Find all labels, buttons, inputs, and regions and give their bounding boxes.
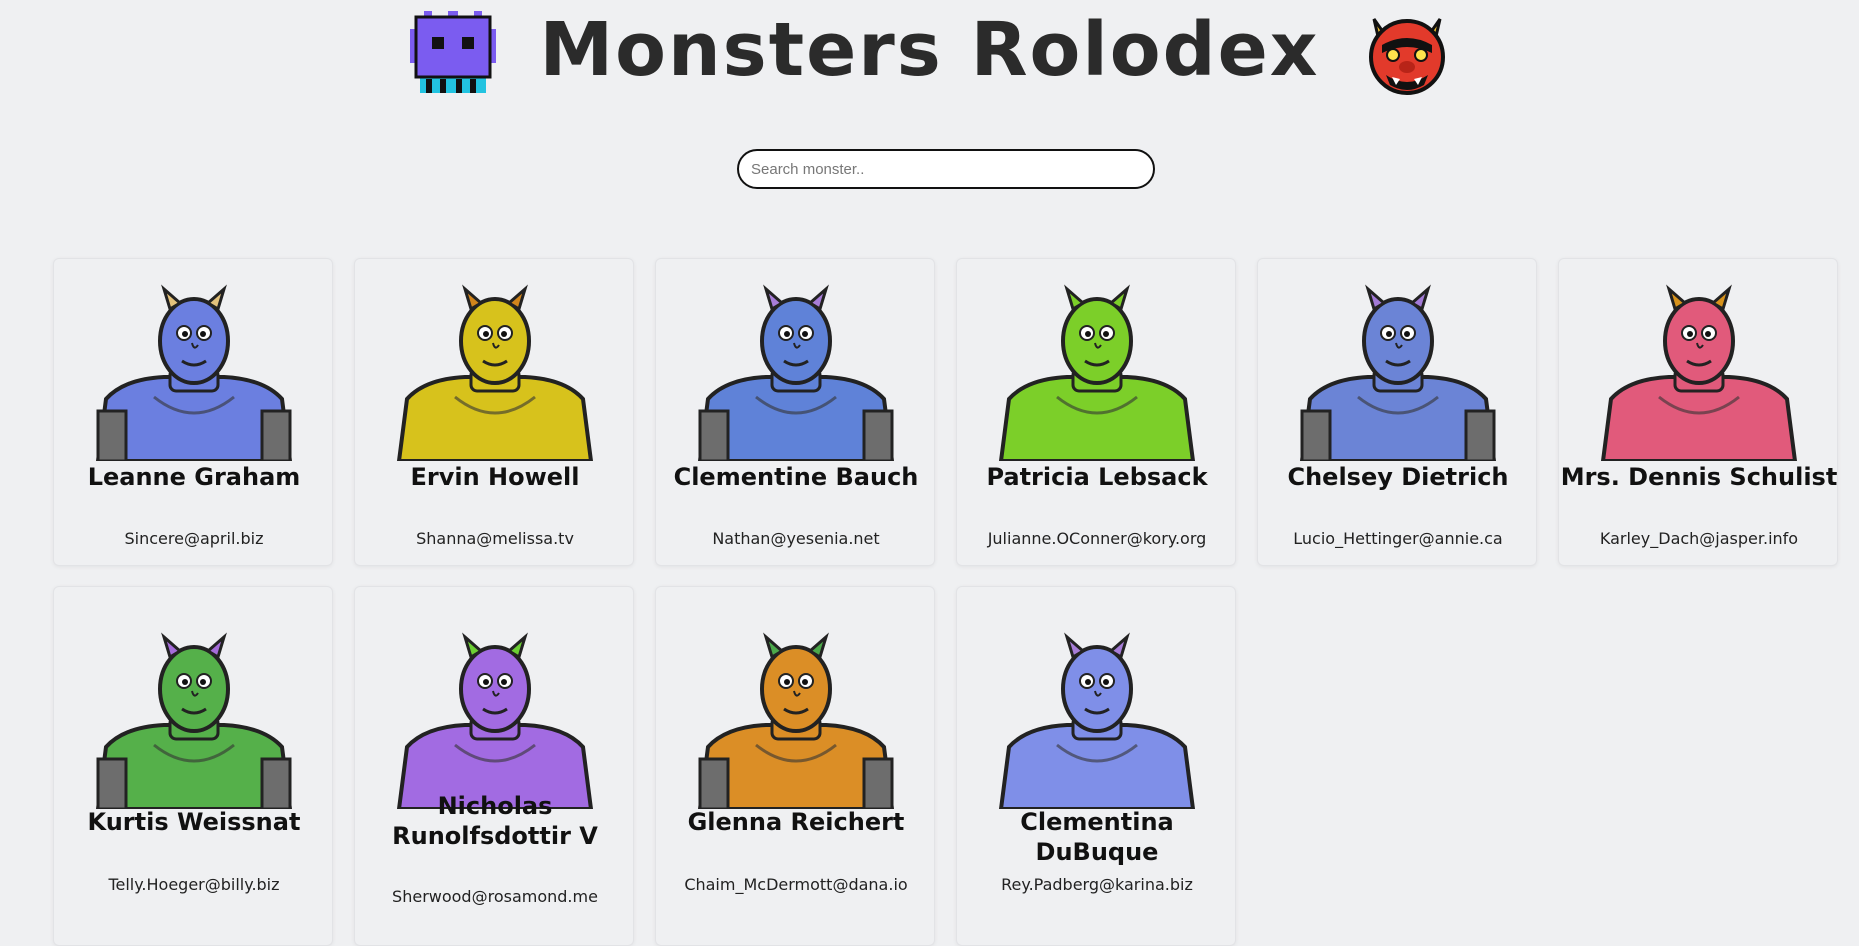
monster-name: Clementina DuBuque xyxy=(1020,808,1174,866)
monster-avatar-illustration xyxy=(697,284,895,463)
monster-email: Chaim_McDermott@dana.io xyxy=(684,875,908,894)
monster-avatar-illustration xyxy=(697,632,895,811)
monster-avatar-illustration xyxy=(396,632,594,811)
monster-name: Chelsey Dietrich xyxy=(1287,463,1509,491)
monster-avatar xyxy=(696,279,896,463)
monster-avatar xyxy=(997,627,1197,811)
monster-card[interactable]: Clementina DuBuque Rey.Padberg@karina.biz xyxy=(956,586,1236,946)
monster-avatar xyxy=(1298,279,1498,463)
monster-email: Lucio_Hettinger@annie.ca xyxy=(1293,529,1503,548)
monster-avatar-illustration xyxy=(998,284,1196,463)
monster-avatar xyxy=(696,627,896,811)
monster-card[interactable]: Glenna Reichert Chaim_McDermott@dana.io xyxy=(655,586,935,946)
monster-card[interactable]: Leanne Graham Sincere@april.biz xyxy=(53,258,333,566)
monster-name: Leanne Graham xyxy=(87,463,301,491)
monster-email: Nathan@yesenia.net xyxy=(712,529,880,548)
monster-email: Sherwood@rosamond.me xyxy=(392,887,598,906)
monster-name: Glenna Reichert xyxy=(687,808,905,836)
monster-avatar-illustration xyxy=(1600,284,1798,463)
search-input[interactable] xyxy=(737,149,1155,189)
monster-avatar xyxy=(94,627,294,811)
monster-avatar xyxy=(395,279,595,463)
monster-email: Julianne.OConner@kory.org xyxy=(987,529,1207,548)
monster-email: Telly.Hoeger@billy.biz xyxy=(108,875,280,894)
monster-email: Karley_Dach@jasper.info xyxy=(1599,529,1799,548)
monster-email: Shanna@melissa.tv xyxy=(416,529,574,548)
monster-card[interactable]: Mrs. Dennis Schulist Karley_Dach@jasper.i… xyxy=(1558,258,1838,566)
monster-avatar-illustration xyxy=(95,284,293,463)
monster-avatar-illustration xyxy=(998,632,1196,811)
monster-name: Clementine Bauch xyxy=(673,463,919,491)
monster-card[interactable]: Ervin Howell Shanna@melissa.tv xyxy=(354,258,634,566)
monster-card[interactable]: Patricia Lebsack Julianne.OConner@kory.or… xyxy=(956,258,1236,566)
monster-avatar-illustration xyxy=(396,284,594,463)
monster-card[interactable]: Nicholas Runolfsdottir V Sherwood@rosamon… xyxy=(354,586,634,946)
monster-avatar xyxy=(997,279,1197,463)
monster-name: Ervin Howell xyxy=(410,463,580,491)
monster-avatar xyxy=(395,627,595,811)
search-box xyxy=(737,149,1155,189)
monster-name: Patricia Lebsack xyxy=(986,463,1208,491)
monster-email: Sincere@april.biz xyxy=(124,529,264,548)
title-text: Monsters Rolodex xyxy=(539,7,1320,93)
monster-card[interactable]: Kurtis Weissnat Telly.Hoeger@billy.biz xyxy=(53,586,333,946)
app-header: Monsters Rolodex xyxy=(0,0,1859,110)
monster-email: Rey.Padberg@karina.biz xyxy=(1001,875,1193,894)
monster-avatar xyxy=(94,279,294,463)
page-title: Monsters Rolodex xyxy=(0,0,1859,100)
purple-pixel-alien-icon xyxy=(406,9,500,99)
monster-avatar-illustration xyxy=(1299,284,1497,463)
monster-avatar-illustration xyxy=(95,632,293,811)
monster-name: Nicholas Runolfsdottir V xyxy=(392,792,598,850)
monster-avatar xyxy=(1599,279,1799,463)
red-ogre-icon xyxy=(1360,9,1454,99)
monster-card[interactable]: Clementine Bauch Nathan@yesenia.net xyxy=(655,258,935,566)
monster-card[interactable]: Chelsey Dietrich Lucio_Hettinger@annie.ca xyxy=(1257,258,1537,566)
monster-name: Kurtis Weissnat xyxy=(87,808,301,836)
monster-name: Mrs. Dennis Schulist xyxy=(1560,463,1838,491)
